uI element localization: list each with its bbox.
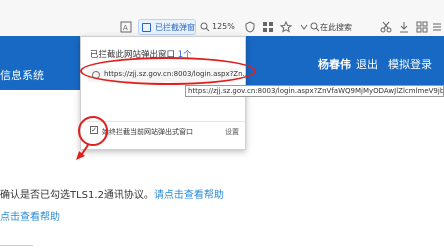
help-link-1[interactable]: 请点击查看帮助 (154, 190, 224, 201)
tls-instruction: 确认是否已勾选TLS1.2通讯协议。 (0, 190, 154, 201)
divider (0, 245, 33, 246)
help-line-1: 确认是否已勾选TLS1.2通讯协议。请点击查看帮助 (0, 186, 224, 201)
annotation-arrow (76, 144, 89, 160)
help-link-2[interactable]: 点击查看帮助 (0, 208, 60, 223)
